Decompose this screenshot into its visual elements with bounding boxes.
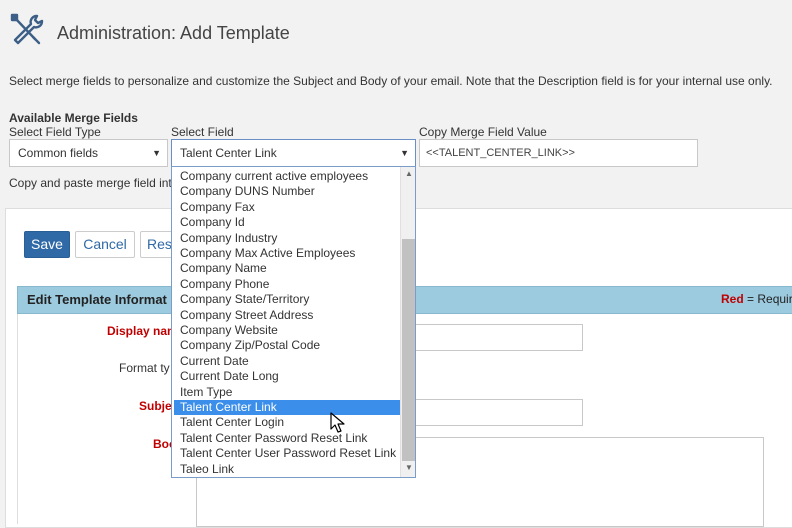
copy-merge-label: Copy Merge Field Value (419, 125, 547, 139)
dropdown-option[interactable]: Company Website (172, 323, 400, 338)
dropdown-option[interactable]: Current Date Long (172, 369, 400, 384)
field-type-select[interactable]: Common fields ▼ (9, 139, 168, 167)
scroll-down-icon[interactable]: ▼ (401, 462, 415, 474)
intro-text: Select merge fields to personalize and c… (9, 74, 773, 88)
dropdown-option[interactable]: Company Zip/Postal Code (172, 338, 400, 353)
scroll-up-icon[interactable]: ▲ (401, 168, 415, 180)
select-field-label: Select Field (171, 125, 234, 139)
select-field-value: Talent Center Link (180, 146, 277, 160)
dropdown-option[interactable]: Item Type (172, 385, 400, 400)
format-type-label: Format ty (119, 361, 170, 375)
page-title: Administration: Add Template (57, 23, 290, 43)
merge-fields-heading: Available Merge Fields (9, 111, 138, 125)
copy-note: Copy and paste merge field int (9, 176, 172, 190)
display-name-label: Display nam (107, 324, 178, 338)
scroll-thumb[interactable] (402, 239, 415, 461)
dropdown-option[interactable]: Company Industry (172, 231, 400, 246)
subject-input[interactable] (404, 399, 583, 426)
merge-field-value-input[interactable]: <<TALENT_CENTER_LINK>> (419, 139, 698, 167)
select-field-dropdown[interactable]: Company current active employees Company … (171, 166, 416, 478)
dropdown-option[interactable]: Talent Center User Password Reset Link (172, 446, 400, 461)
dropdown-option[interactable]: Company Name (172, 261, 400, 276)
select-field-select[interactable]: Talent Center Link ▼ (171, 139, 416, 167)
required-legend-text: = Require (747, 292, 792, 306)
dropdown-option[interactable]: Company Id (172, 215, 400, 230)
tools-icon (9, 12, 45, 46)
chevron-down-icon: ▼ (152, 148, 161, 158)
dropdown-option[interactable]: Talent Center Link (174, 400, 400, 415)
required-legend: Red = Require (721, 292, 792, 306)
dropdown-scrollbar[interactable]: ▲ ▼ (400, 167, 415, 477)
chevron-down-icon: ▼ (400, 148, 409, 158)
dropdown-option[interactable]: Company Max Active Employees (172, 246, 400, 261)
required-legend-red: Red (721, 292, 744, 306)
dropdown-option[interactable]: Taleo Link (172, 462, 400, 477)
mouse-pointer-icon (330, 412, 346, 434)
field-type-label: Select Field Type (9, 125, 101, 139)
dropdown-option[interactable]: Talent Center Login (172, 415, 400, 430)
dropdown-option[interactable]: Current Date (172, 354, 400, 369)
dropdown-option[interactable]: Company Street Address (172, 308, 400, 323)
section-title: Edit Template Informat (27, 292, 167, 307)
field-type-value: Common fields (18, 146, 99, 160)
dropdown-option[interactable]: Company current active employees (172, 169, 400, 184)
cancel-button[interactable]: Cancel (75, 231, 135, 258)
dropdown-option[interactable]: Company DUNS Number (172, 184, 400, 199)
dropdown-option[interactable]: Company Phone (172, 277, 400, 292)
display-name-input[interactable] (404, 324, 583, 351)
dropdown-option[interactable]: Company State/Territory (172, 292, 400, 307)
save-button[interactable]: Save (24, 231, 70, 258)
dropdown-option[interactable]: Company Fax (172, 200, 400, 215)
dropdown-option[interactable]: Talent Center Password Reset Link (172, 431, 400, 446)
